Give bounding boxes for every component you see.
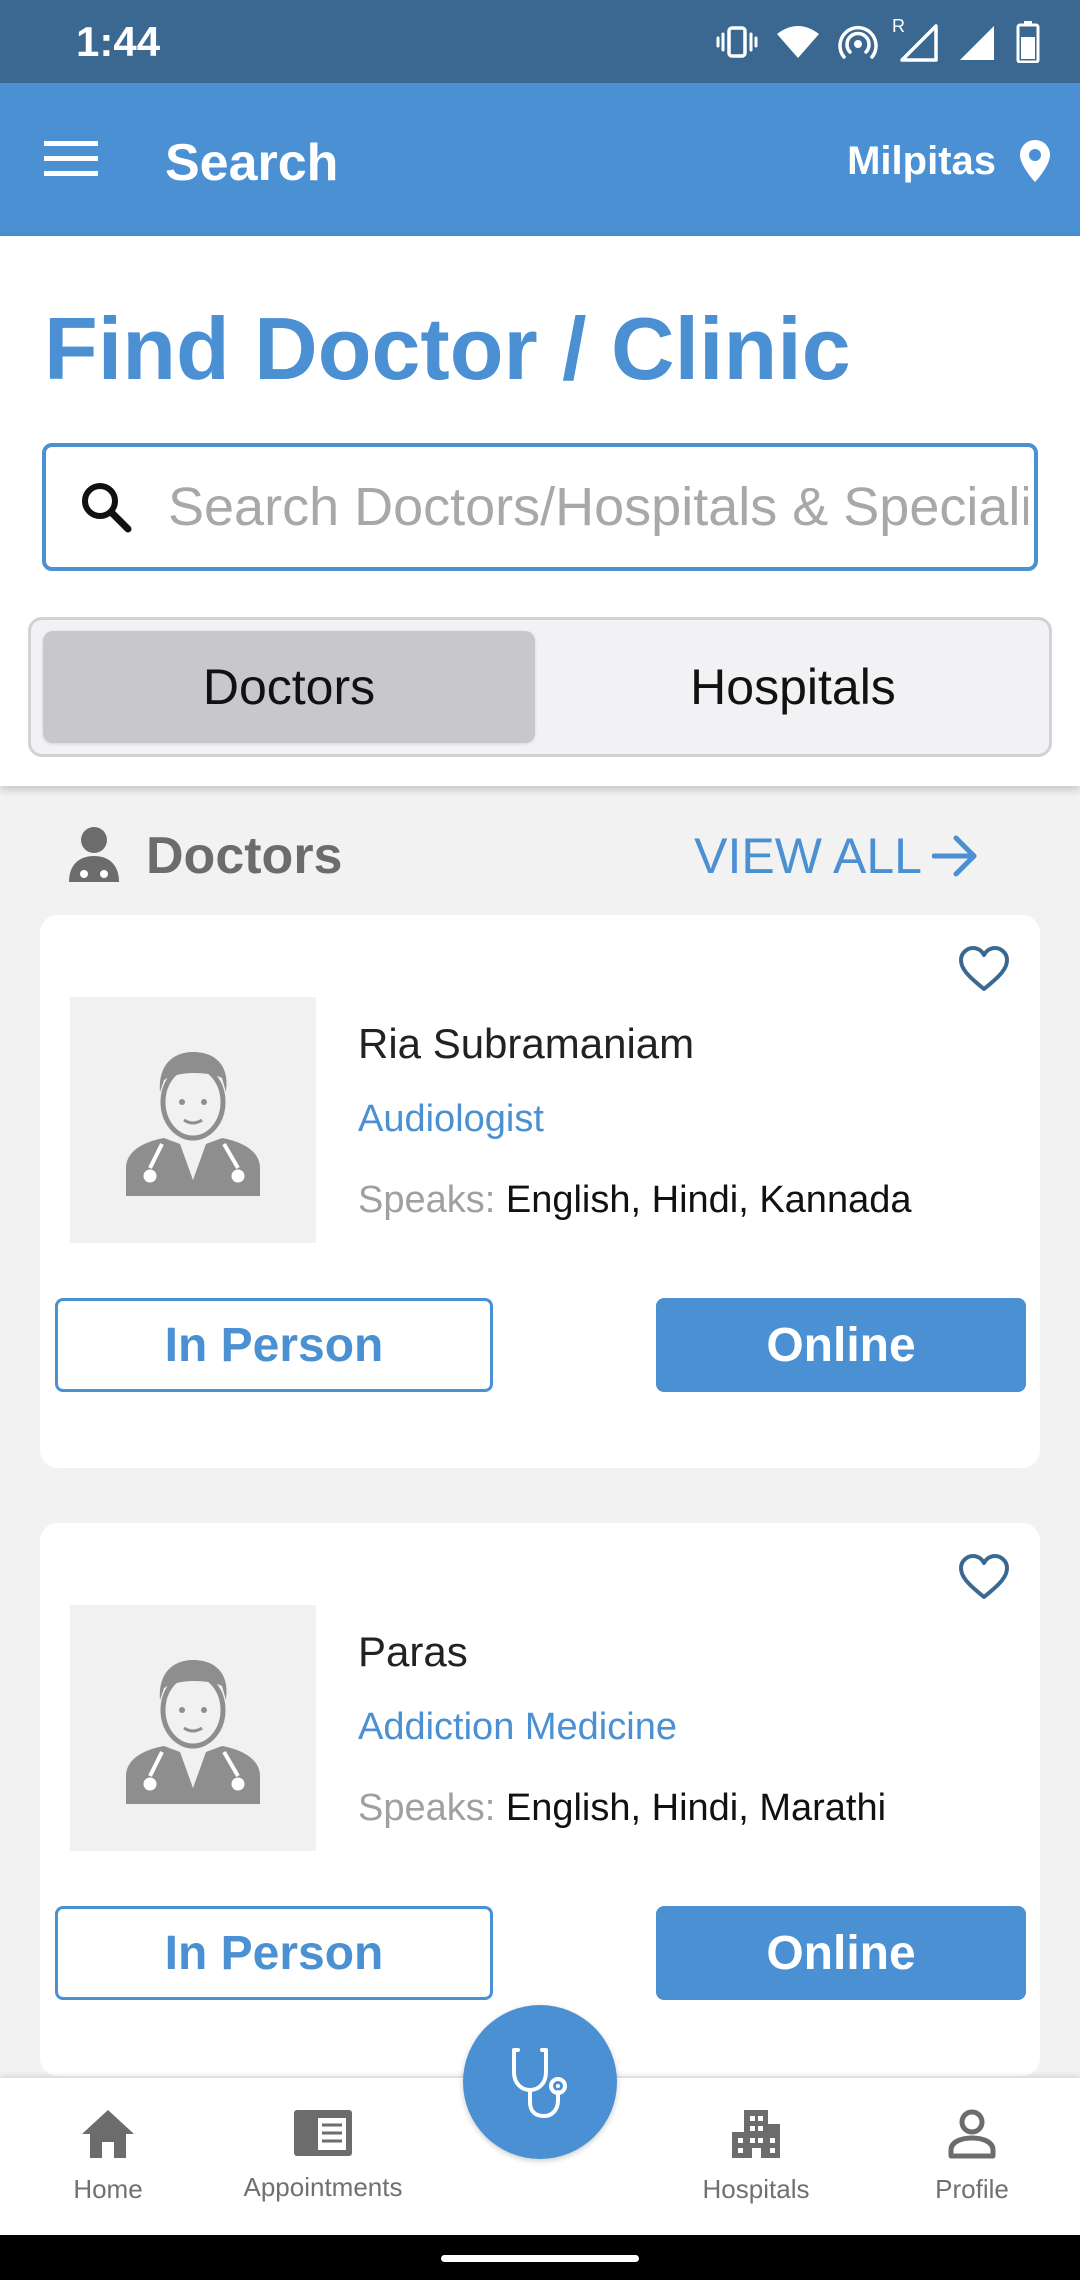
segmented-control: Doctors Hospitals [28, 617, 1052, 757]
segment-doctors[interactable]: Doctors [43, 631, 535, 743]
nav-label-hospitals: Hospitals [702, 2174, 810, 2204]
nav-home[interactable]: Home [58, 2108, 158, 2218]
nav-label-profile: Profile [935, 2174, 1009, 2204]
view-all-label: VIEW ALL [694, 828, 922, 884]
in-person-button[interactable]: In Person [55, 1906, 493, 2000]
section-title: Doctors [146, 827, 343, 885]
doctor-card[interactable]: Ria Subramaniam Audiologist Speaks: Engl… [40, 915, 1040, 1468]
nav-label-home: Home [73, 2174, 143, 2204]
heart-icon[interactable] [958, 1553, 1010, 1601]
doctors-section-header: Doctors VIEW ALL [40, 790, 1040, 916]
languages-value: English, Hindi, Kannada [505, 1179, 912, 1221]
app-bar: Search Milpitas [0, 83, 1080, 236]
doctor-avatar [70, 997, 316, 1243]
doctor-specialty: Addiction Medicine [358, 1706, 677, 1748]
location-label: Milpitas [847, 138, 996, 183]
view-all-link[interactable]: VIEW ALL [694, 826, 978, 886]
search-box[interactable] [42, 443, 1038, 571]
doctor-languages: Speaks: English, Hindi, Marathi [358, 1787, 886, 1830]
signal-icon [960, 26, 994, 60]
online-button[interactable]: Online [656, 1298, 1026, 1392]
signal-roaming-icon: R [892, 16, 940, 62]
nav-profile[interactable]: Profile [902, 2108, 1042, 2218]
page-title: Find Doctor / Clinic [44, 299, 851, 398]
online-button[interactable]: Online [656, 1906, 1026, 2000]
doctor-specialty: Audiologist [358, 1098, 544, 1140]
nav-hospitals[interactable]: Hospitals [680, 2108, 832, 2218]
doctor-card[interactable]: Paras Addiction Medicine Speaks: English… [40, 1523, 1040, 2076]
stethoscope-icon [512, 2048, 567, 2119]
doctor-icon [69, 827, 119, 882]
doctor-name: Ria Subramaniam [358, 1020, 695, 1067]
location-pin-icon [1020, 140, 1050, 182]
nav-appointments[interactable]: Appointments [228, 2108, 418, 2218]
menu-button[interactable] [44, 131, 108, 187]
speaks-label: Speaks: [358, 1787, 496, 1829]
hospital-building-icon [732, 2110, 780, 2158]
gesture-handle[interactable] [441, 2255, 639, 2262]
doctor-name: Paras [358, 1628, 468, 1675]
hamburger-menu-icon [44, 141, 98, 176]
languages-value: English, Hindi, Marathi [505, 1787, 887, 1829]
doctor-avatar-icon [126, 1660, 260, 1804]
search-panel: Find Doctor / Clinic Doctors Hospitals [0, 236, 1080, 786]
status-time: 1:44 [76, 18, 161, 65]
hotspot-icon [838, 26, 878, 59]
battery-icon [1016, 21, 1040, 63]
doctor-avatar-icon [126, 1052, 260, 1196]
in-person-button[interactable]: In Person [55, 1298, 493, 1392]
wifi-icon [777, 26, 819, 58]
consult-fab-button[interactable] [463, 2005, 617, 2159]
home-icon [82, 2110, 134, 2158]
heart-icon[interactable] [958, 945, 1010, 993]
search-icon [82, 483, 132, 533]
status-bar: 1:44 R [0, 0, 1080, 83]
location-selector[interactable]: Milpitas [847, 131, 1052, 191]
search-input[interactable] [168, 476, 1028, 538]
doctor-avatar [70, 1605, 316, 1851]
doctor-languages: Speaks: English, Hindi, Kannada [358, 1179, 911, 1222]
status-icons: R [716, 16, 1040, 64]
arrow-right-icon [932, 835, 977, 877]
speaks-label: Speaks: [358, 1179, 496, 1221]
vibrate-icon [716, 26, 758, 58]
system-gesture-bar [0, 2235, 1080, 2280]
nav-label-appointments: Appointments [243, 2172, 403, 2202]
segment-hospitals[interactable]: Hospitals [547, 631, 1039, 743]
profile-icon [948, 2109, 996, 2159]
app-bar-title: Search [165, 134, 339, 192]
appointments-icon [294, 2110, 352, 2156]
